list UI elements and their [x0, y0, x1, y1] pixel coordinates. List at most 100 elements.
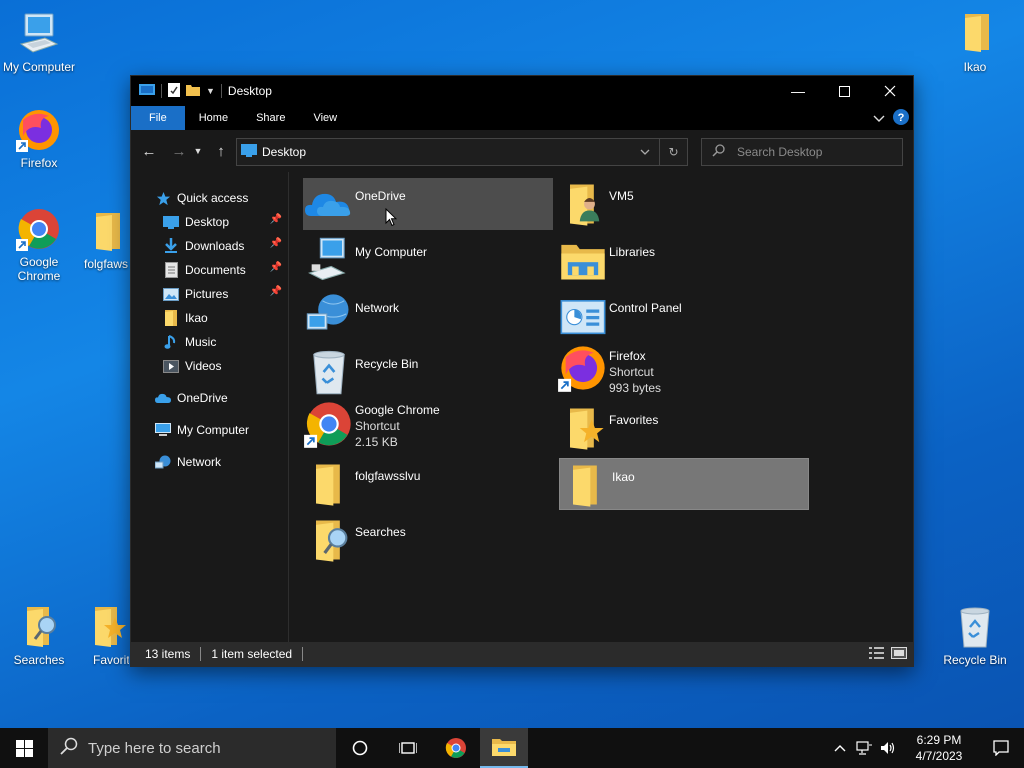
- list-item-firefox[interactable]: Firefox Shortcut 993 bytes: [557, 342, 807, 395]
- title-bar[interactable]: ▼ Desktop —: [131, 76, 913, 106]
- desktop-icon-favorites[interactable]: Favorit: [83, 603, 129, 667]
- tab-home[interactable]: Home: [185, 106, 242, 130]
- nav-label: Ikao: [185, 311, 208, 325]
- status-bar: 13 items 1 item selected: [131, 642, 913, 666]
- item-type: Shortcut: [609, 365, 654, 379]
- back-button[interactable]: ←: [137, 139, 161, 163]
- task-view-button[interactable]: [384, 728, 432, 768]
- list-item-google-chrome[interactable]: Google Chrome Shortcut 2.15 KB: [303, 398, 553, 450]
- properties-icon[interactable]: [168, 82, 180, 100]
- network-icon: [303, 290, 355, 342]
- item-name: VM5: [609, 189, 634, 203]
- nav-label: Quick access: [177, 191, 249, 205]
- nav-network[interactable]: Network: [131, 450, 288, 474]
- list-item-libraries[interactable]: Libraries: [557, 234, 807, 286]
- taskbar-chrome-button[interactable]: [432, 728, 480, 768]
- item-name: Searches: [355, 525, 406, 539]
- folder-icon: [560, 459, 612, 511]
- explorer-window: ▼ Desktop — File Home Share View ? ← → ▼…: [130, 75, 914, 667]
- window-title: Desktop: [227, 84, 272, 98]
- taskbar-file-explorer-button[interactable]: [480, 728, 528, 768]
- explorer-app-icon: [139, 83, 155, 100]
- address-bar[interactable]: Desktop ↻: [236, 138, 688, 166]
- show-hidden-icons-icon[interactable]: [828, 744, 852, 752]
- pin-icon: 📌: [269, 238, 282, 249]
- user-folder-icon: [557, 178, 609, 230]
- list-item-onedrive[interactable]: OneDrive: [303, 178, 553, 230]
- nav-item-documents[interactable]: Documents 📌: [131, 258, 288, 282]
- list-item-my-computer[interactable]: My Computer: [303, 234, 553, 286]
- list-item-vm5[interactable]: VM5: [557, 178, 807, 230]
- search-box[interactable]: [701, 138, 903, 166]
- refresh-button[interactable]: ↻: [659, 139, 687, 165]
- search-input[interactable]: [737, 145, 887, 159]
- large-icons-view-icon[interactable]: [891, 646, 907, 663]
- taskbar-search-box[interactable]: [48, 728, 336, 768]
- chevron-down-icon[interactable]: ▼: [206, 86, 215, 96]
- system-tray: 6:29 PM 4/7/2023: [828, 728, 1024, 768]
- divider: [200, 647, 202, 661]
- nav-label: Network: [177, 455, 222, 469]
- new-folder-icon[interactable]: [186, 83, 200, 100]
- item-name: Control Panel: [609, 301, 682, 315]
- desktop-icon-firefox[interactable]: Firefox: [1, 106, 77, 170]
- list-item-recycle-bin[interactable]: Recycle Bin: [303, 346, 553, 398]
- nav-item-pictures[interactable]: Pictures 📌: [131, 282, 288, 306]
- minimize-button[interactable]: —: [775, 76, 821, 106]
- up-button[interactable]: ↑: [209, 139, 233, 163]
- start-button[interactable]: [0, 728, 48, 768]
- desktop-icon-google-chrome[interactable]: Google Chrome: [1, 205, 77, 283]
- help-icon[interactable]: ?: [893, 109, 909, 128]
- item-name: My Computer: [355, 245, 428, 259]
- desktop-icon-searches[interactable]: Searches: [1, 603, 77, 667]
- forward-button[interactable]: →: [167, 139, 191, 163]
- desktop-icon-label: Recycle Bin: [943, 653, 1007, 667]
- tab-share[interactable]: Share: [242, 106, 299, 130]
- network-status-icon[interactable]: [852, 741, 876, 755]
- nav-item-desktop[interactable]: Desktop 📌: [131, 210, 288, 234]
- desktop-location-icon: [241, 144, 257, 160]
- list-item-searches[interactable]: Searches: [303, 514, 553, 566]
- address-dropdown-button[interactable]: [631, 139, 659, 165]
- desktop-icon-ikao[interactable]: Ikao: [937, 10, 1013, 74]
- desktop-icon-my-computer[interactable]: My Computer: [1, 10, 77, 74]
- cortana-button[interactable]: [336, 728, 384, 768]
- searches-folder-icon: [303, 514, 355, 566]
- desktop-icon-folgfaws[interactable]: folgfaws: [76, 207, 136, 271]
- recycle-bin-icon: [303, 346, 355, 398]
- navigation-bar: ← → ▼ ↑ Desktop ↻: [131, 130, 913, 172]
- onedrive-icon: [303, 178, 355, 230]
- desktop-icon-label: Favorit: [93, 653, 129, 667]
- details-view-icon[interactable]: [869, 646, 885, 663]
- desktop-icon-label: My Computer: [2, 60, 76, 74]
- divider: [302, 647, 304, 661]
- list-item-folgfawsslvu[interactable]: folgfawsslvu: [303, 458, 553, 510]
- recent-locations-button[interactable]: ▼: [191, 139, 205, 163]
- nav-item-videos[interactable]: Videos: [131, 354, 288, 378]
- task-view-icon: [399, 742, 417, 754]
- nav-quick-access[interactable]: Quick access: [131, 186, 288, 210]
- item-name: folgfawsslvu: [355, 469, 421, 483]
- nav-item-downloads[interactable]: Downloads 📌: [131, 234, 288, 258]
- nav-my-computer[interactable]: My Computer: [131, 418, 288, 442]
- notification-center-button[interactable]: [978, 740, 1024, 756]
- clock[interactable]: 6:29 PM 4/7/2023: [900, 732, 978, 764]
- list-item-ikao[interactable]: Ikao: [559, 458, 809, 510]
- nav-onedrive[interactable]: OneDrive: [131, 386, 288, 410]
- desktop-icon-recycle-bin[interactable]: Recycle Bin: [937, 603, 1013, 667]
- tab-view[interactable]: View: [299, 106, 351, 130]
- maximize-button[interactable]: [821, 76, 867, 106]
- close-button[interactable]: [867, 76, 913, 106]
- nav-item-ikao[interactable]: Ikao: [131, 306, 288, 330]
- folder-icon: [163, 310, 179, 326]
- list-item-control-panel[interactable]: Control Panel: [557, 290, 807, 342]
- expand-ribbon-icon[interactable]: [873, 112, 885, 126]
- clock-date: 4/7/2023: [915, 749, 963, 763]
- taskbar-search-input[interactable]: [88, 739, 328, 757]
- list-item-network[interactable]: Network: [303, 290, 553, 342]
- list-item-favorites[interactable]: Favorites: [557, 402, 807, 454]
- volume-icon[interactable]: [876, 741, 900, 755]
- network-icon: [155, 454, 171, 470]
- tab-file[interactable]: File: [131, 106, 185, 130]
- nav-item-music[interactable]: Music: [131, 330, 288, 354]
